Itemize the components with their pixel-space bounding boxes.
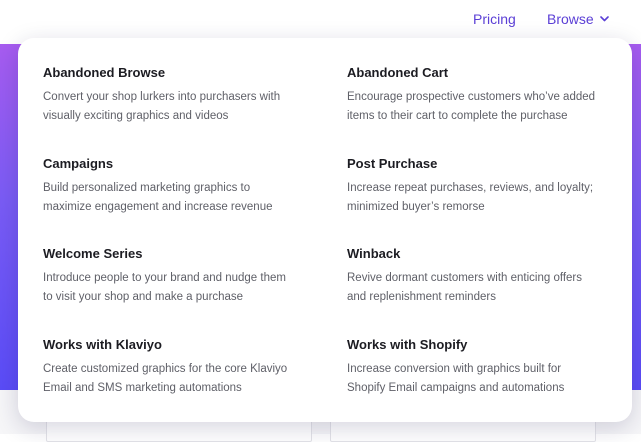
menu-item-title: Campaigns xyxy=(43,156,114,171)
menu-item-title: Post Purchase xyxy=(347,156,438,171)
nav-browse-label: Browse xyxy=(547,11,594,27)
nav-link-pricing[interactable]: Pricing xyxy=(473,10,516,28)
menu-item-abandoned-browse[interactable]: Abandoned Browse Convert your shop lurke… xyxy=(43,65,323,126)
menu-item-works-with-klaviyo[interactable]: Works with Klaviyo Create customized gra… xyxy=(43,337,323,398)
nav-browse-toggle[interactable]: Browse xyxy=(547,10,609,28)
menu-item-winback[interactable]: Winback Revive dormant customers with en… xyxy=(347,246,627,307)
menu-item-works-with-shopify[interactable]: Works with Shopify Increase conversion w… xyxy=(347,337,627,398)
menu-item-description: Create customized graphics for the core … xyxy=(43,363,288,394)
menu-item-title: Welcome Series xyxy=(43,246,143,261)
menu-item-title: Works with Klaviyo xyxy=(43,337,162,352)
menu-item-description: Increase conversion with graphics built … xyxy=(347,363,565,394)
menu-item-campaigns[interactable]: Campaigns Build personalized marketing g… xyxy=(43,156,323,217)
menu-item-description: Convert your shop lurkers into purchaser… xyxy=(43,91,281,122)
menu-item-description: Encourage prospective customers who’ve a… xyxy=(347,91,596,122)
menu-item-title: Abandoned Browse xyxy=(43,65,166,80)
menu-item-description: Increase repeat purchases, reviews, and … xyxy=(347,182,594,213)
chevron-down-icon xyxy=(599,16,609,22)
menu-item-title: Abandoned Cart xyxy=(347,65,449,80)
menu-item-description: Revive dormant customers with enticing o… xyxy=(347,272,582,303)
menu-item-post-purchase[interactable]: Post Purchase Increase repeat purchases,… xyxy=(347,156,627,217)
menu-item-title: Works with Shopify xyxy=(347,337,468,352)
menu-item-description: Introduce people to your brand and nudge… xyxy=(43,272,286,303)
menu-item-abandoned-cart[interactable]: Abandoned Cart Encourage prospective cus… xyxy=(347,65,627,126)
menu-item-welcome-series[interactable]: Welcome Series Introduce people to your … xyxy=(43,246,323,307)
browse-dropdown-menu: Abandoned Browse Convert your shop lurke… xyxy=(18,38,632,422)
menu-item-description: Build personalized marketing graphics to… xyxy=(43,182,273,213)
menu-item-title: Winback xyxy=(347,246,401,261)
